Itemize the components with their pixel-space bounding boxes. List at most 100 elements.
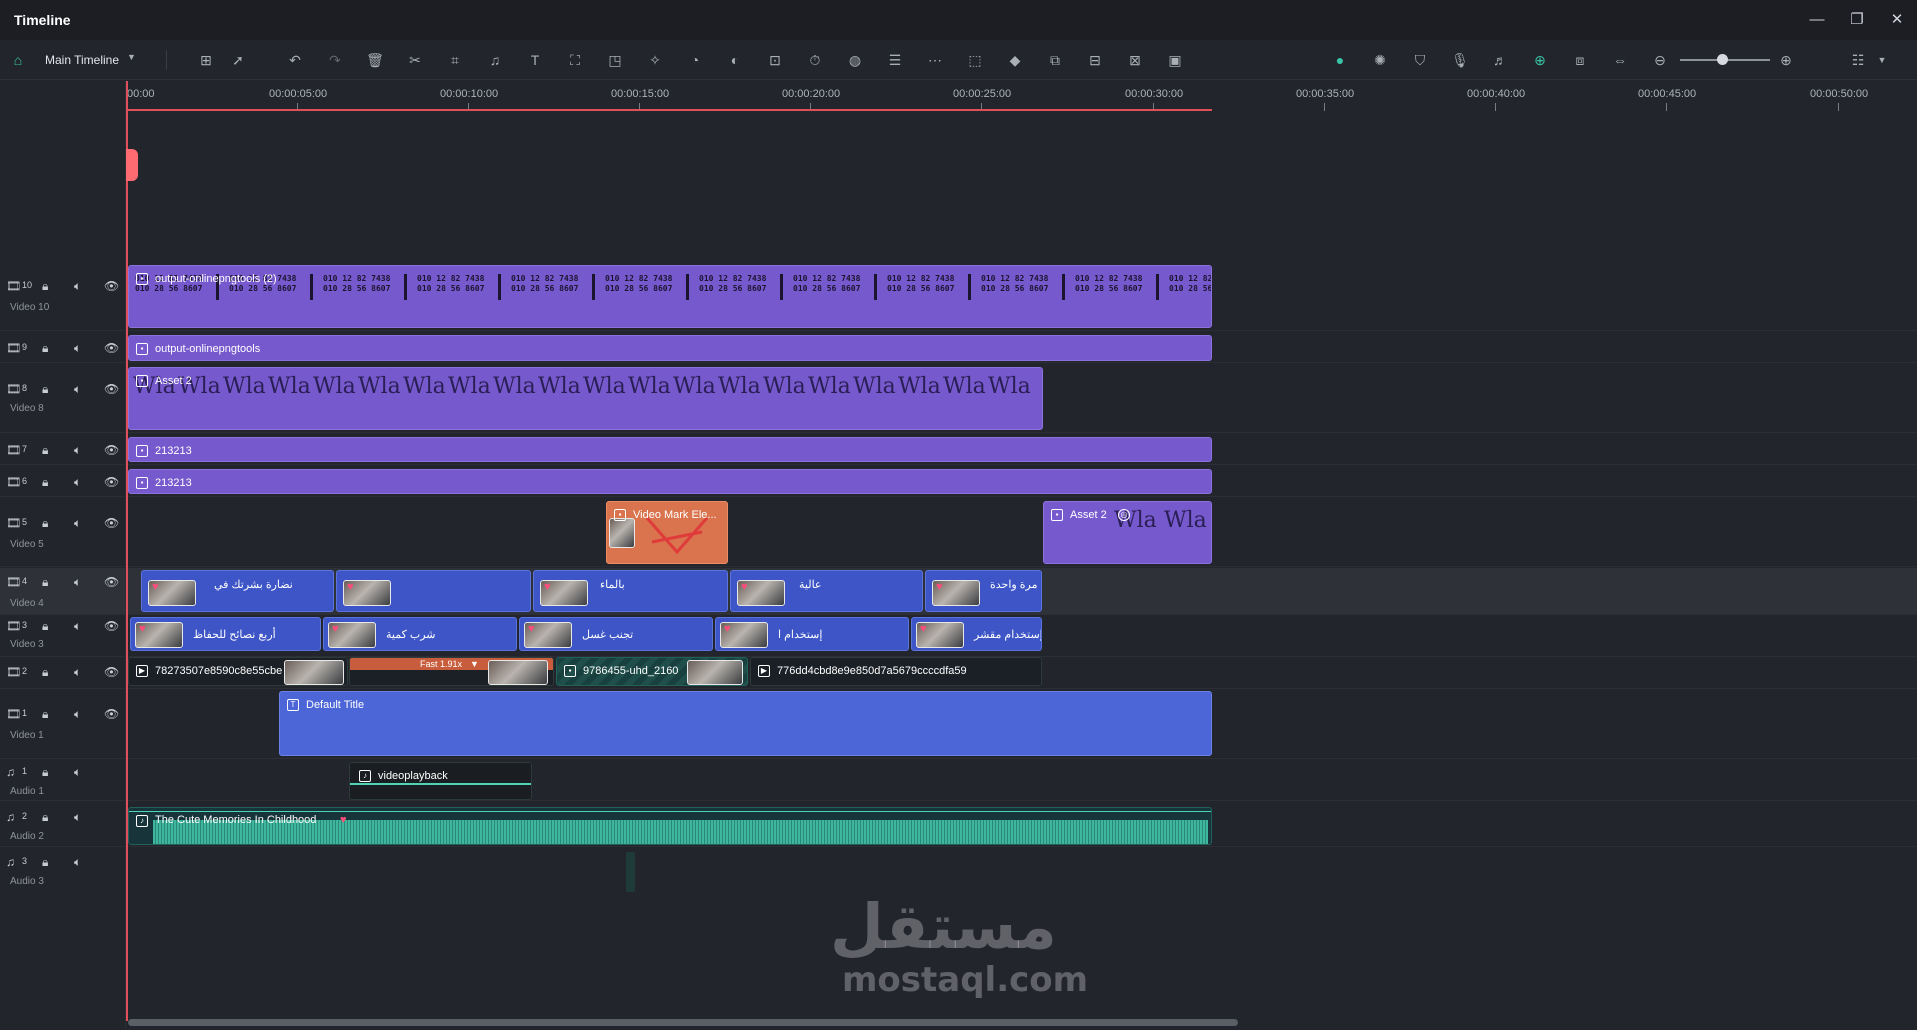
zoom-slider-knob[interactable] [1717, 54, 1728, 65]
eye-icon[interactable]: 👁 [104, 443, 119, 457]
eye-icon[interactable]: 👁 [104, 665, 119, 679]
close-icon[interactable]: ✕ [1887, 10, 1907, 30]
render-icon[interactable]: ✺ [1370, 50, 1390, 70]
color-icon[interactable]: ◐ [725, 50, 745, 70]
split-icon[interactable]: ⋯ [925, 50, 945, 70]
mask-icon[interactable]: ◳ [605, 50, 625, 70]
audio-stretch-icon[interactable]: ♫ [485, 50, 505, 70]
redo-icon[interactable]: ↷ [325, 50, 345, 70]
ai-assistant-icon[interactable]: ● [1330, 50, 1350, 70]
clip-video8[interactable]: Wla Wla Wla Wla Wla Wla Wla Wla Wla Wla … [128, 367, 1043, 430]
clip-audio2[interactable]: ♪ The Cute Memories In Childhood ♥ [128, 807, 1212, 845]
speaker-icon[interactable]: 🔈︎ [74, 382, 81, 397]
text-icon[interactable]: T [525, 50, 545, 70]
lock-icon[interactable]: 🔒︎ [42, 382, 48, 397]
clip-video4[interactable]: ♥ نضارة بشرتك في [141, 570, 334, 612]
clip-video2[interactable]: ▪ 9786455-uhd_2160 [556, 657, 748, 686]
clip-video2[interactable]: ▶ 776dd4cbd8e9e850d7a5679ccccdfa59 [750, 657, 1042, 686]
undo-icon[interactable]: ↶ [285, 50, 305, 70]
speaker-icon[interactable]: 🔈︎ [74, 443, 81, 458]
lock-icon[interactable]: 🔒︎ [42, 475, 48, 490]
lock-icon[interactable]: 🔒︎ [42, 765, 48, 780]
fit-icon[interactable]: ⇔ [1610, 50, 1630, 70]
stabilize-icon[interactable]: ⊡ [765, 50, 785, 70]
effect-icon[interactable]: ✧ [645, 50, 665, 70]
clip-video1-title[interactable]: T Default Title [279, 691, 1212, 756]
audio-clip-marker[interactable] [626, 852, 635, 892]
clip-video4[interactable]: ♥ بالماء [533, 570, 728, 612]
lock-icon[interactable]: 🔒︎ [42, 279, 48, 294]
restore-icon[interactable]: ❐ [1847, 10, 1867, 30]
marker-icon[interactable]: ⛉ [1410, 50, 1430, 70]
eye-icon[interactable]: 👁 [104, 475, 119, 489]
speaker-icon[interactable]: 🔈︎ [74, 575, 81, 590]
clip-video4[interactable]: ♥ [336, 570, 531, 612]
chevron-down-icon[interactable]: ▼ [470, 659, 479, 669]
speaker-icon[interactable]: 🔈︎ [74, 707, 81, 722]
zoom-out-icon[interactable]: ⊖ [1650, 50, 1670, 70]
layout-icon[interactable]: ⊞ [196, 50, 216, 70]
audio-mixer-icon[interactable]: ♬ [1490, 50, 1510, 70]
lock-icon[interactable]: 🔒︎ [42, 341, 48, 356]
clip-video4[interactable]: ♥ عالية [730, 570, 923, 612]
home-icon[interactable]: ⌂ [8, 50, 28, 70]
transform-icon[interactable]: ⛶ [565, 50, 585, 70]
speaker-icon[interactable]: 🔈︎ [74, 279, 81, 294]
snap-icon[interactable]: ⊕ [1530, 50, 1550, 70]
microphone-icon[interactable]: 🎙 [1450, 50, 1470, 70]
motion-icon[interactable]: ◍ [845, 50, 865, 70]
detach-audio-icon[interactable]: ⧉ [1045, 50, 1065, 70]
lock-icon[interactable]: 🔒︎ [42, 707, 48, 722]
clip-video2[interactable]: ▶ 78273507e8590c8e55cbe [128, 657, 348, 686]
lock-icon[interactable]: 🔒︎ [42, 665, 48, 680]
clip-video3[interactable]: ♥ إستخدام مقشر [911, 617, 1042, 651]
clip-video10[interactable]: 010 12 82 7438 010 28 56 8607 010 12 82 7… [128, 265, 1212, 328]
clip-video3[interactable]: ♥ أربع نصائح للحفاظ [130, 617, 321, 651]
clip-video3[interactable]: ♥ تجنب غسل [519, 617, 713, 651]
clip-video7[interactable]: ▪ 213213 [128, 437, 1212, 462]
freeze-icon[interactable]: ⬚ [965, 50, 985, 70]
lock-icon[interactable]: 🔒︎ [42, 855, 48, 870]
timer-icon[interactable]: ⏱ [805, 50, 825, 70]
clip-video9[interactable]: ▪ output-onlinepngtools [128, 335, 1212, 361]
eye-icon[interactable]: 👁 [104, 619, 119, 633]
clip-video6[interactable]: ▪ 213213 [128, 469, 1212, 494]
clip-video4[interactable]: ♥ مرة واحدة [925, 570, 1042, 612]
select-tool-icon[interactable]: ➚ [228, 50, 248, 70]
speaker-icon[interactable]: 🔈︎ [74, 665, 81, 680]
keyframe-icon[interactable]: ◆ [1005, 50, 1025, 70]
speaker-icon[interactable]: 🔈︎ [74, 619, 81, 634]
eye-icon[interactable]: 👁 [104, 382, 119, 396]
minimize-icon[interactable]: — [1807, 10, 1827, 30]
speaker-icon[interactable]: 🔈︎ [74, 516, 81, 531]
eye-icon[interactable]: 👁 [104, 516, 119, 530]
lock-icon[interactable]: 🔒︎ [42, 516, 48, 531]
eye-icon[interactable]: 👁 [104, 707, 119, 721]
adjust-icon[interactable]: ☰ [885, 50, 905, 70]
speed-icon[interactable]: ◔ [685, 50, 705, 70]
lock-icon[interactable]: 🔒︎ [42, 810, 48, 825]
lock-icon[interactable]: 🔒︎ [42, 443, 48, 458]
clip-video5-mark[interactable]: ▪ Video Mark Ele... [606, 501, 728, 564]
speaker-icon[interactable]: 🔈︎ [74, 765, 81, 780]
view-options-icon[interactable]: ☷ [1848, 50, 1868, 70]
chevron-down-icon[interactable]: ▼ [127, 52, 136, 62]
eye-icon[interactable]: 👁 [104, 341, 119, 355]
horizontal-scrollbar[interactable] [128, 1019, 1238, 1026]
lock-icon[interactable]: 🔒︎ [42, 619, 48, 634]
lock-icon[interactable]: 🔒︎ [42, 575, 48, 590]
crop-icon[interactable]: ⌗ [445, 50, 465, 70]
clip-video3[interactable]: ♥ إستخدام ا [715, 617, 909, 651]
speaker-icon[interactable]: 🔈︎ [74, 810, 81, 825]
delete-icon[interactable]: 🗑 [365, 50, 385, 70]
speaker-icon[interactable]: 🔈︎ [74, 475, 81, 490]
clip-video3[interactable]: ♥ شرب كمية [323, 617, 517, 651]
clip-audio1[interactable]: ♪ videoplayback [349, 762, 532, 800]
chevron-down-icon[interactable]: ▼ [1872, 50, 1892, 70]
clip-video2-fast[interactable]: Fast 1.91x ▼ [349, 657, 554, 686]
timeline-selector[interactable]: Main Timeline [45, 53, 119, 67]
clip-video5-asset[interactable]: Wla Wla ▪ Asset 2 ◎ [1043, 501, 1212, 564]
playhead-handle[interactable] [126, 149, 138, 181]
speaker-icon[interactable]: 🔈︎ [74, 855, 81, 870]
cut-icon[interactable]: ✂ [405, 50, 425, 70]
